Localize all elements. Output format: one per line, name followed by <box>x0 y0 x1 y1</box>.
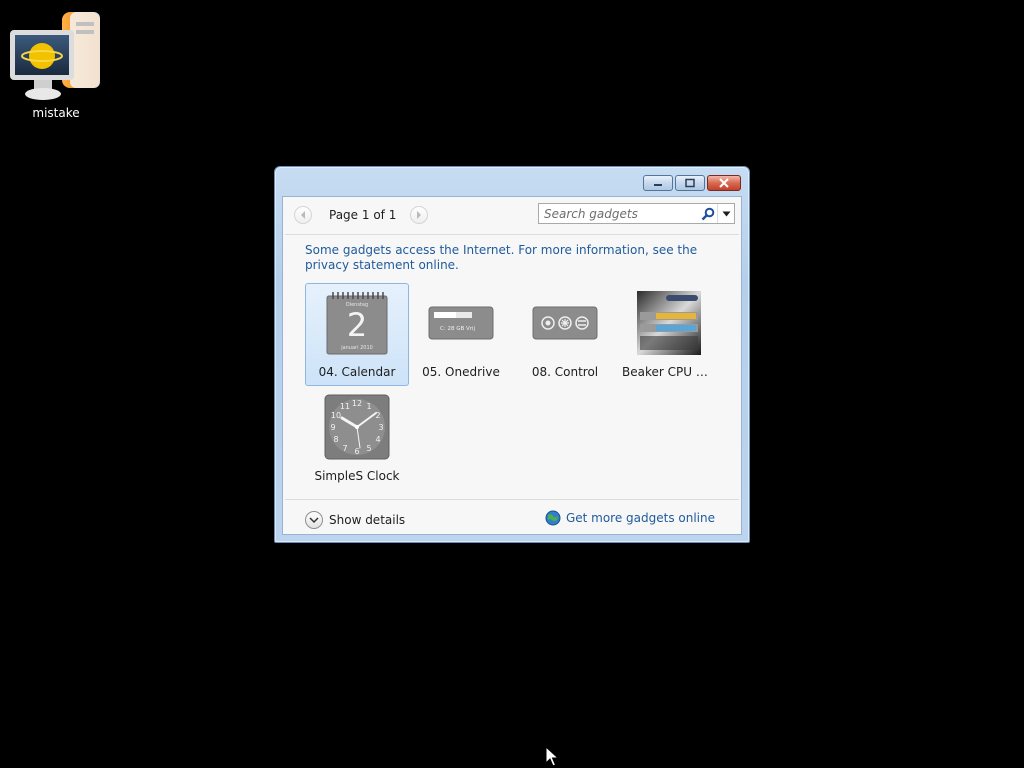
globe-icon <box>545 510 561 526</box>
caption-buttons <box>643 175 741 191</box>
drive-space-text: C: 28 GB Vrij <box>440 326 476 332</box>
chevron-down-icon <box>722 211 730 216</box>
desktop-icon-mistake[interactable]: mistake <box>8 8 104 120</box>
gadget-name: Beaker CPU Met... <box>622 365 720 379</box>
clock-gadget-icon: 12 12 345 678 91011 <box>324 394 390 460</box>
gallery-client-area: Page 1 of 1 Some gadgets access the Inte… <box>282 196 742 535</box>
svg-text:12: 12 <box>352 399 362 408</box>
gadget-tile-calendar[interactable]: Dienstag 2 januari 2010 04. Calendar <box>305 283 409 386</box>
minimize-icon <box>654 184 662 186</box>
control-gadget-icon <box>532 306 598 340</box>
close-icon <box>719 178 729 188</box>
svg-text:8: 8 <box>333 435 338 444</box>
calendar-day: 2 <box>347 306 367 344</box>
svg-text:1: 1 <box>366 402 371 411</box>
calendar-gadget-icon: Dienstag 2 januari 2010 <box>326 292 388 355</box>
desktop-icon-label: mistake <box>32 106 80 120</box>
gadget-tile-control[interactable]: 08. Control <box>513 283 617 386</box>
calendar-month: januari 2010 <box>340 345 373 351</box>
privacy-notice-link[interactable]: Some gadgets access the Internet. For mo… <box>305 243 705 273</box>
svg-text:11: 11 <box>340 402 350 411</box>
get-more-gadgets-link[interactable]: Get more gadgets online <box>545 510 715 526</box>
gadget-name: SimpleS Clock <box>314 469 400 483</box>
gadget-tile-cpu-meter[interactable]: Beaker CPU Met... <box>617 283 721 386</box>
get-more-label: Get more gadgets online <box>565 511 715 525</box>
svg-text:4: 4 <box>375 435 380 444</box>
svg-text:5: 5 <box>366 444 371 453</box>
show-details-label: Show details <box>329 513 406 527</box>
chevron-left-icon <box>301 211 305 219</box>
search-icon[interactable] <box>699 207 717 221</box>
page-indicator: Page 1 of 1 <box>329 208 397 222</box>
search-box <box>538 203 735 224</box>
maximize-icon <box>685 178 695 188</box>
previous-page-button[interactable] <box>294 206 312 224</box>
svg-text:7: 7 <box>342 444 347 453</box>
maximize-button[interactable] <box>675 175 705 191</box>
divider <box>285 234 739 235</box>
gadget-gallery-window: Page 1 of 1 Some gadgets access the Inte… <box>274 166 750 543</box>
gadget-name: 04. Calendar <box>318 365 396 379</box>
chevron-right-icon <box>417 211 422 219</box>
pager: Page 1 of 1 <box>294 205 429 225</box>
expand-button[interactable] <box>305 511 323 529</box>
svg-text:9: 9 <box>330 423 335 432</box>
onedrive-gadget-icon: C: 28 GB Vrij <box>428 306 494 340</box>
minimize-button[interactable] <box>643 175 673 191</box>
mouse-cursor-icon <box>545 746 559 767</box>
svg-text:6: 6 <box>354 447 359 456</box>
gadget-tile-clock[interactable]: 12 1 2 345 678 9 10 11 SimpleS Clock <box>305 387 409 490</box>
show-details-toggle[interactable]: Show details <box>305 511 405 529</box>
svg-text:10: 10 <box>331 411 341 420</box>
cpu-meter-gadget-icon <box>637 291 701 355</box>
svg-text:3: 3 <box>378 423 383 432</box>
chevron-down-icon <box>309 517 319 524</box>
gadget-name: 05. Onedrive <box>422 365 500 379</box>
search-dropdown-button[interactable] <box>717 204 734 223</box>
gallery-footer: Show details Get more gadgets online <box>283 500 741 538</box>
gadget-name: 08. Control <box>531 365 599 379</box>
close-button[interactable] <box>707 175 741 191</box>
gadget-tile-onedrive[interactable]: C: 28 GB Vrij 05. Onedrive <box>409 283 513 386</box>
gallery-toolbar: Page 1 of 1 <box>283 197 741 234</box>
computer-icon <box>10 12 100 100</box>
next-page-button[interactable] <box>410 206 429 224</box>
search-input[interactable] <box>539 206 699 221</box>
